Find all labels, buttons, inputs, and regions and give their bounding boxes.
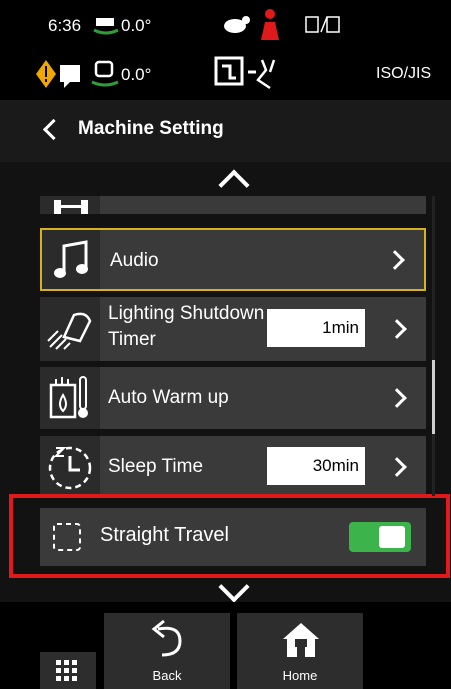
back-label: Back bbox=[152, 668, 182, 683]
scrollbar-track bbox=[432, 196, 435, 496]
partial-item-icon bbox=[54, 200, 88, 214]
setting-auto-warm-up[interactable]: Auto Warm up bbox=[40, 367, 426, 429]
seatbelt-warning-icon bbox=[261, 9, 279, 40]
operation-pattern-label: ISO/JIS bbox=[376, 65, 432, 82]
sleep-timer-icon bbox=[48, 446, 92, 490]
back-arrow-icon[interactable] bbox=[42, 118, 65, 141]
setting-audio[interactable]: Audio bbox=[40, 228, 426, 291]
home-label: Home bbox=[282, 668, 318, 683]
setting-value: 1min bbox=[267, 309, 365, 347]
tilt-angle-1: 0.0° bbox=[121, 16, 152, 35]
setting-label: Auto Warm up bbox=[108, 387, 229, 408]
page-header: Machine Setting bbox=[0, 100, 451, 162]
chevron-right-icon bbox=[387, 457, 407, 477]
setting-label-line2: Timer bbox=[108, 329, 156, 350]
clock: 6:36 bbox=[48, 16, 82, 35]
setting-label-line1: Lighting Shutdown bbox=[108, 303, 265, 324]
chevron-right-icon bbox=[387, 319, 407, 339]
tilt-angle-2: 0.0° bbox=[121, 65, 152, 84]
warning-message-icon[interactable] bbox=[34, 58, 84, 90]
setting-value: 30min bbox=[267, 447, 365, 485]
home-icon bbox=[283, 623, 319, 657]
scrollbar-thumb[interactable] bbox=[432, 360, 435, 434]
undo-arrow-icon bbox=[151, 619, 182, 657]
status-bar-top: 6:36 0.0° bbox=[0, 0, 451, 52]
list-item-partial bbox=[40, 196, 426, 214]
setting-label: Audio bbox=[110, 250, 159, 271]
machine-pitch-icon bbox=[91, 60, 119, 87]
attachment-mode-icon bbox=[214, 56, 276, 90]
engine-warmup-icon bbox=[49, 376, 88, 419]
status-bar-bottom: 0.0° ISO/JIS bbox=[0, 52, 451, 100]
music-note-icon bbox=[54, 240, 88, 278]
menu-grid-button[interactable] bbox=[40, 652, 96, 689]
page-title: Machine Setting bbox=[78, 118, 224, 139]
turtle-mode-icon bbox=[224, 16, 250, 33]
chevron-right-icon bbox=[387, 388, 407, 408]
work-light-icon bbox=[47, 312, 92, 350]
battery-status-icon bbox=[305, 16, 340, 33]
setting-sleep-time[interactable]: Sleep Time 30min bbox=[40, 436, 426, 498]
chevron-right-icon bbox=[385, 249, 405, 270]
machine-tilt-icon bbox=[93, 18, 119, 35]
home-button[interactable]: Home bbox=[237, 613, 363, 689]
setting-lighting-shutdown-timer[interactable]: Lighting Shutdown Timer 1min bbox=[40, 297, 426, 361]
highlight-frame bbox=[9, 494, 450, 578]
setting-label: Sleep Time bbox=[108, 456, 204, 477]
back-button[interactable]: Back bbox=[104, 613, 230, 689]
grid-icon bbox=[56, 660, 77, 681]
